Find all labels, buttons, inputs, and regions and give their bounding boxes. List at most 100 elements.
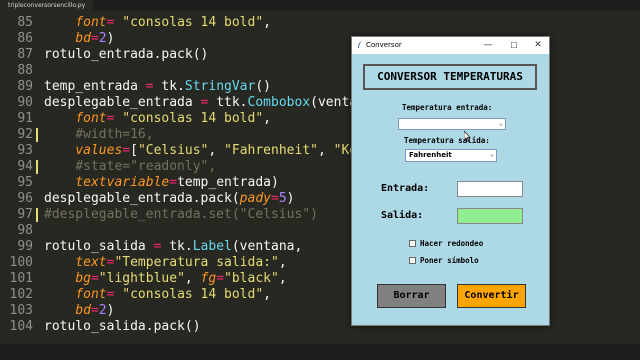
code-token: "consolas 14 bold" [122, 15, 264, 30]
code-text: rotulo_entrada.pack() [44, 47, 208, 63]
code-text: #state="readonly", [44, 159, 216, 175]
chevron-down-icon[interactable]: ⌄ [490, 150, 494, 158]
code-token: Label [192, 239, 232, 254]
code-token: #desplegable_entrada.set("Celsius") [44, 207, 318, 222]
line-number: 98 [17, 223, 33, 238]
line-number: 95 [17, 175, 33, 190]
code-token: = [90, 271, 99, 286]
code-token: "black" [224, 271, 279, 286]
code-token: = [106, 111, 123, 126]
code-token: desplegable_entrada [44, 95, 201, 110]
salida-field[interactable] [457, 208, 523, 224]
code-token: = [270, 191, 279, 206]
code-text: rotulo_salida = tk.Label(ventana, [44, 239, 302, 255]
code-token: temp_entrada [44, 79, 146, 94]
code-token: , [278, 255, 287, 270]
code-token: = [90, 31, 99, 46]
code-token: rotulo_salida.pack() [44, 319, 201, 334]
code-token: rotulo_entrada.pack() [44, 47, 209, 62]
code-token: Combobox [247, 95, 311, 110]
simbolo-checkbox[interactable] [409, 257, 416, 264]
code-token: ) [286, 191, 295, 206]
code-token: tk. [153, 79, 185, 94]
code-token: font [75, 15, 107, 30]
line-number: 91 [17, 111, 33, 126]
window-titlebar: Conversor — ☐ ✕ [352, 37, 549, 54]
code-token: font [75, 111, 107, 126]
code-token: ttk. [208, 95, 248, 110]
code-token: "consolas 14 bold" [122, 111, 264, 126]
code-token: "lightblue" [98, 271, 185, 286]
line-number: 85 [17, 15, 33, 30]
code-token: "Temperatura salida:" [114, 255, 279, 270]
code-token: bd [75, 303, 91, 318]
code-text: desplegable_entrada = ttk.Combobox(venta… [44, 95, 381, 111]
code-token: = [145, 79, 154, 94]
maximize-button[interactable]: ☐ [504, 39, 524, 52]
close-button[interactable]: ✕ [528, 39, 548, 52]
editor-tab[interactable]: tripleconversorsencillo.py [0, 0, 94, 11]
code-token: pady [239, 191, 271, 206]
entrada-combobox[interactable]: ⌄ [398, 118, 506, 130]
code-token: font [75, 287, 107, 302]
line-number: 100 [9, 255, 33, 270]
editor-tab-title: tripleconversorsencillo.py [8, 2, 86, 9]
code-token: textvariable [75, 175, 170, 190]
code-token: "Celsius" [137, 143, 209, 158]
line-number: 97 [17, 207, 33, 222]
redondeo-checkbox[interactable] [409, 240, 416, 247]
line-number: 104 [9, 319, 33, 334]
code-token: [ [130, 143, 138, 158]
mouse-cursor-icon [464, 131, 471, 142]
code-token: , [208, 143, 225, 158]
entrada-label: Entrada: [381, 183, 430, 194]
borrar-button[interactable]: Borrar [377, 284, 446, 308]
minimize-button[interactable]: — [478, 39, 498, 52]
code-token: , [263, 287, 271, 302]
salida-combobox[interactable]: Fahrenheit ⌄ [405, 149, 497, 162]
code-token: = [216, 271, 225, 286]
code-token: text [75, 255, 107, 270]
modified-line-marker [36, 160, 38, 174]
code-text: font= "consolas 14 bold", [44, 287, 271, 303]
line-number: 96 [17, 191, 33, 206]
editor-tab-bar: tripleconversorsencillo.py [0, 0, 640, 11]
line-number: 87 [17, 47, 33, 62]
code-token: = [106, 287, 123, 302]
code-token: #width=16, [75, 127, 154, 142]
code-line[interactable]: 85 font= "consolas 14 bold", [0, 15, 640, 31]
code-token: tk. [161, 239, 193, 254]
code-token: = [90, 303, 99, 318]
code-text: #width=16, [44, 127, 154, 143]
code-token: values [75, 143, 123, 158]
line-number: 89 [17, 79, 33, 94]
code-text: bg="lightblue", fg="black", [44, 271, 286, 287]
line-number: 86 [17, 31, 33, 46]
line-number: 94 [17, 159, 33, 174]
code-text: temp_entrada = tk.StringVar() [44, 79, 271, 95]
convertir-button[interactable]: Convertir [457, 284, 526, 308]
salida-combobox-value: Fahrenheit [409, 151, 452, 159]
code-text: font= "consolas 14 bold", [44, 15, 271, 31]
editor-bottom-strip [0, 344, 640, 360]
code-token: () [255, 79, 271, 94]
entrada-field[interactable] [457, 181, 523, 197]
modified-line-marker [36, 208, 38, 222]
code-token: StringVar [184, 79, 256, 94]
code-token: 2 [98, 31, 107, 46]
chevron-down-icon[interactable]: ⌄ [499, 119, 503, 127]
code-token: ) [106, 31, 115, 46]
code-token: fg [200, 271, 217, 286]
code-token: temp_entrada) [177, 175, 279, 190]
code-text: font= "consolas 14 bold", [44, 111, 271, 127]
conversor-window: Conversor — ☐ ✕ CONVERSOR TEMPERATURAS T… [351, 36, 550, 326]
line-number: 103 [9, 303, 33, 318]
modified-line-marker [36, 128, 38, 142]
